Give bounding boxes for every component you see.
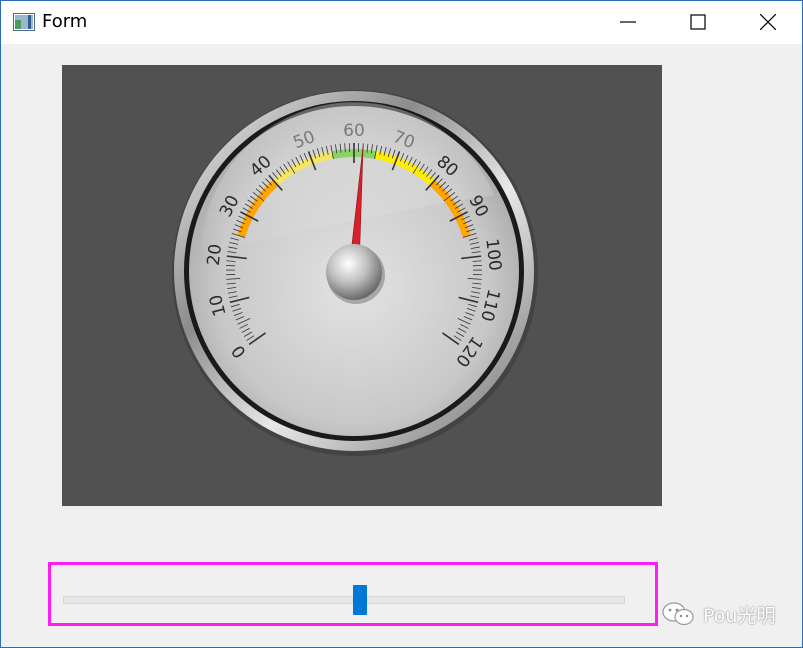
wechat-icon [662,602,694,626]
slider-highlight-frame [48,562,658,626]
form-window: Form 0 10 20 30 40 50 60 70 80 90 100 11… [0,0,803,648]
close-button[interactable] [733,1,803,44]
app-window-icon [13,13,35,31]
minimize-button[interactable] [593,1,663,44]
needle-cap [326,244,382,300]
speedometer-gauge: 01020304050 60 708090100110120 [172,90,538,456]
maximize-icon [690,14,706,30]
gauge-panel: 0 10 20 30 40 50 60 70 80 90 100 110 120 [62,65,662,506]
gauge-tick-label: 100 [481,237,505,272]
maximize-button[interactable] [663,1,733,44]
slider-track[interactable] [63,596,625,604]
window-title: Form [42,11,88,32]
slider-thumb[interactable] [352,585,367,615]
gauge-tick-label: 20 [204,243,226,267]
close-icon [760,14,776,30]
minimize-icon [620,21,636,23]
watermark-text: Pou光明 [703,604,776,627]
title-bar[interactable]: Form [1,1,802,44]
gauge-tick-label: 60 [343,121,365,141]
watermark: Pou光明 [661,600,775,628]
